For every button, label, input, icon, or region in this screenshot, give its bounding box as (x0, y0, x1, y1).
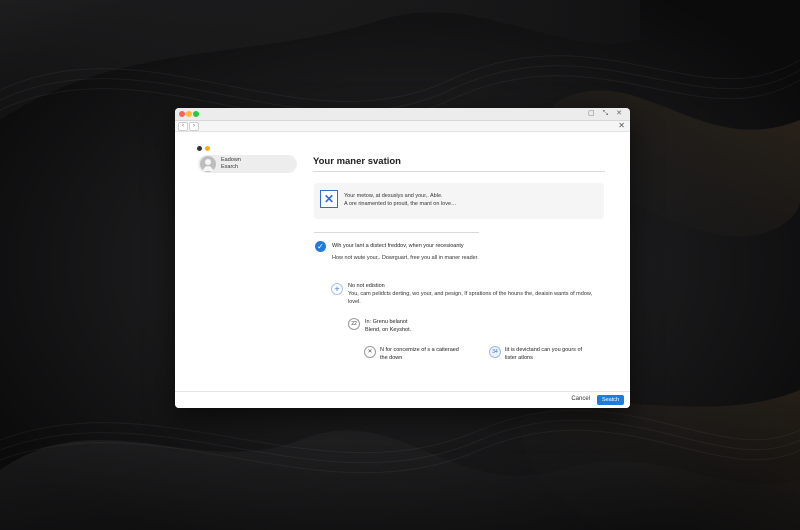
title-bar: ▢ ⤡ ✕ (175, 108, 630, 121)
minimize-window-button[interactable] (186, 111, 192, 117)
number-badge: 22 (348, 318, 360, 330)
divider (313, 171, 605, 172)
toolbar: ‹ › ✕ (175, 121, 630, 132)
window-controls-icon[interactable]: ▢ ⤡ ✕ (588, 109, 625, 118)
account-name: Eadown (221, 157, 241, 163)
close-icon[interactable]: ✕ (320, 190, 338, 208)
list-item-line1: Iit is devictand can you gours of (505, 347, 583, 353)
divider (314, 232, 479, 233)
selected-option-subtitle: How not wute your,. Dowrguart, free you … (332, 255, 479, 261)
list-item-line2: the down (380, 355, 403, 361)
info-card-line1: Your metow, at desuslys and your,. Able. (344, 193, 443, 199)
dialog-footer: Cancel Seatch (175, 391, 630, 408)
option-description: You, cam pelidcts derting, wo your, and … (348, 291, 593, 305)
sub-option-line1[interactable]: In: Grenu belanot (365, 319, 408, 325)
account-subtitle: Exarch (221, 164, 239, 170)
indicator-dot (197, 146, 202, 151)
app-window: ▢ ⤡ ✕ ‹ › ✕ Eadown Exarch Your maner sva… (175, 108, 630, 408)
window-indicator-dots (197, 138, 213, 156)
primary-button[interactable]: Seatch (597, 395, 624, 405)
info-card: ✕ Your metow, at desuslys and your,. Abl… (314, 183, 604, 219)
option-title[interactable]: No not edistion (348, 283, 385, 289)
close-circle-icon[interactable]: ✕ (364, 346, 376, 358)
info-card-line2: A ore rinamented to prouit, the mant on … (344, 201, 457, 207)
back-icon[interactable]: ‹ (178, 122, 188, 131)
selected-option-title[interactable]: Wih your lant a distect freddov, when yo… (332, 243, 464, 249)
list-item-line2: lister atlons (505, 355, 533, 361)
number-badge[interactable]: 34 (489, 346, 501, 358)
plus-icon[interactable]: + (331, 283, 343, 295)
close-icon[interactable]: ✕ (618, 121, 625, 130)
list-item-line1: N for concemize of s a caiteraed (380, 347, 459, 353)
check-icon[interactable]: ✓ (315, 241, 326, 252)
close-window-button[interactable] (179, 111, 185, 117)
account-selector[interactable]: Eadown Exarch (198, 155, 297, 173)
zoom-window-button[interactable] (193, 111, 199, 117)
indicator-dot (205, 146, 210, 151)
avatar (200, 156, 216, 172)
cancel-button[interactable]: Cancel (571, 396, 590, 402)
forward-icon[interactable]: › (189, 122, 199, 131)
page-title: Your maner svation (313, 156, 401, 167)
sub-option-line2: Blend, on Keyshot. (365, 327, 412, 333)
